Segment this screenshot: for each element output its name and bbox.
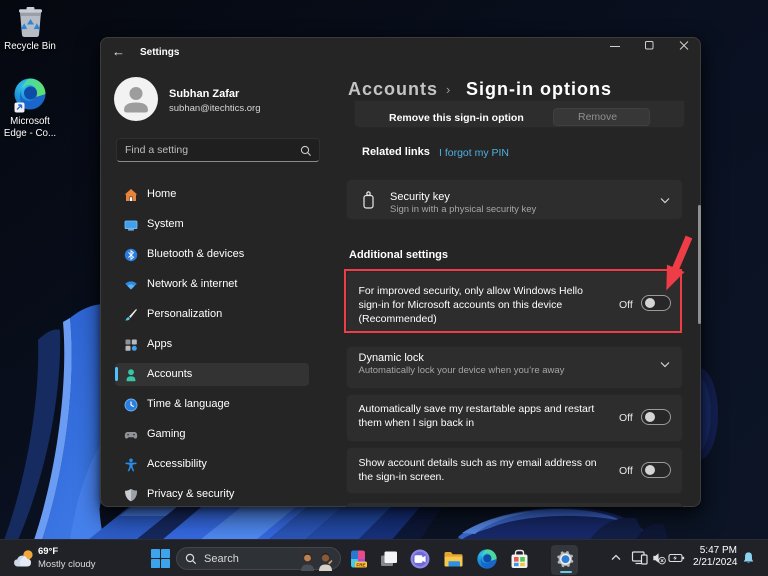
svg-text:FRE: FRE bbox=[356, 562, 365, 567]
